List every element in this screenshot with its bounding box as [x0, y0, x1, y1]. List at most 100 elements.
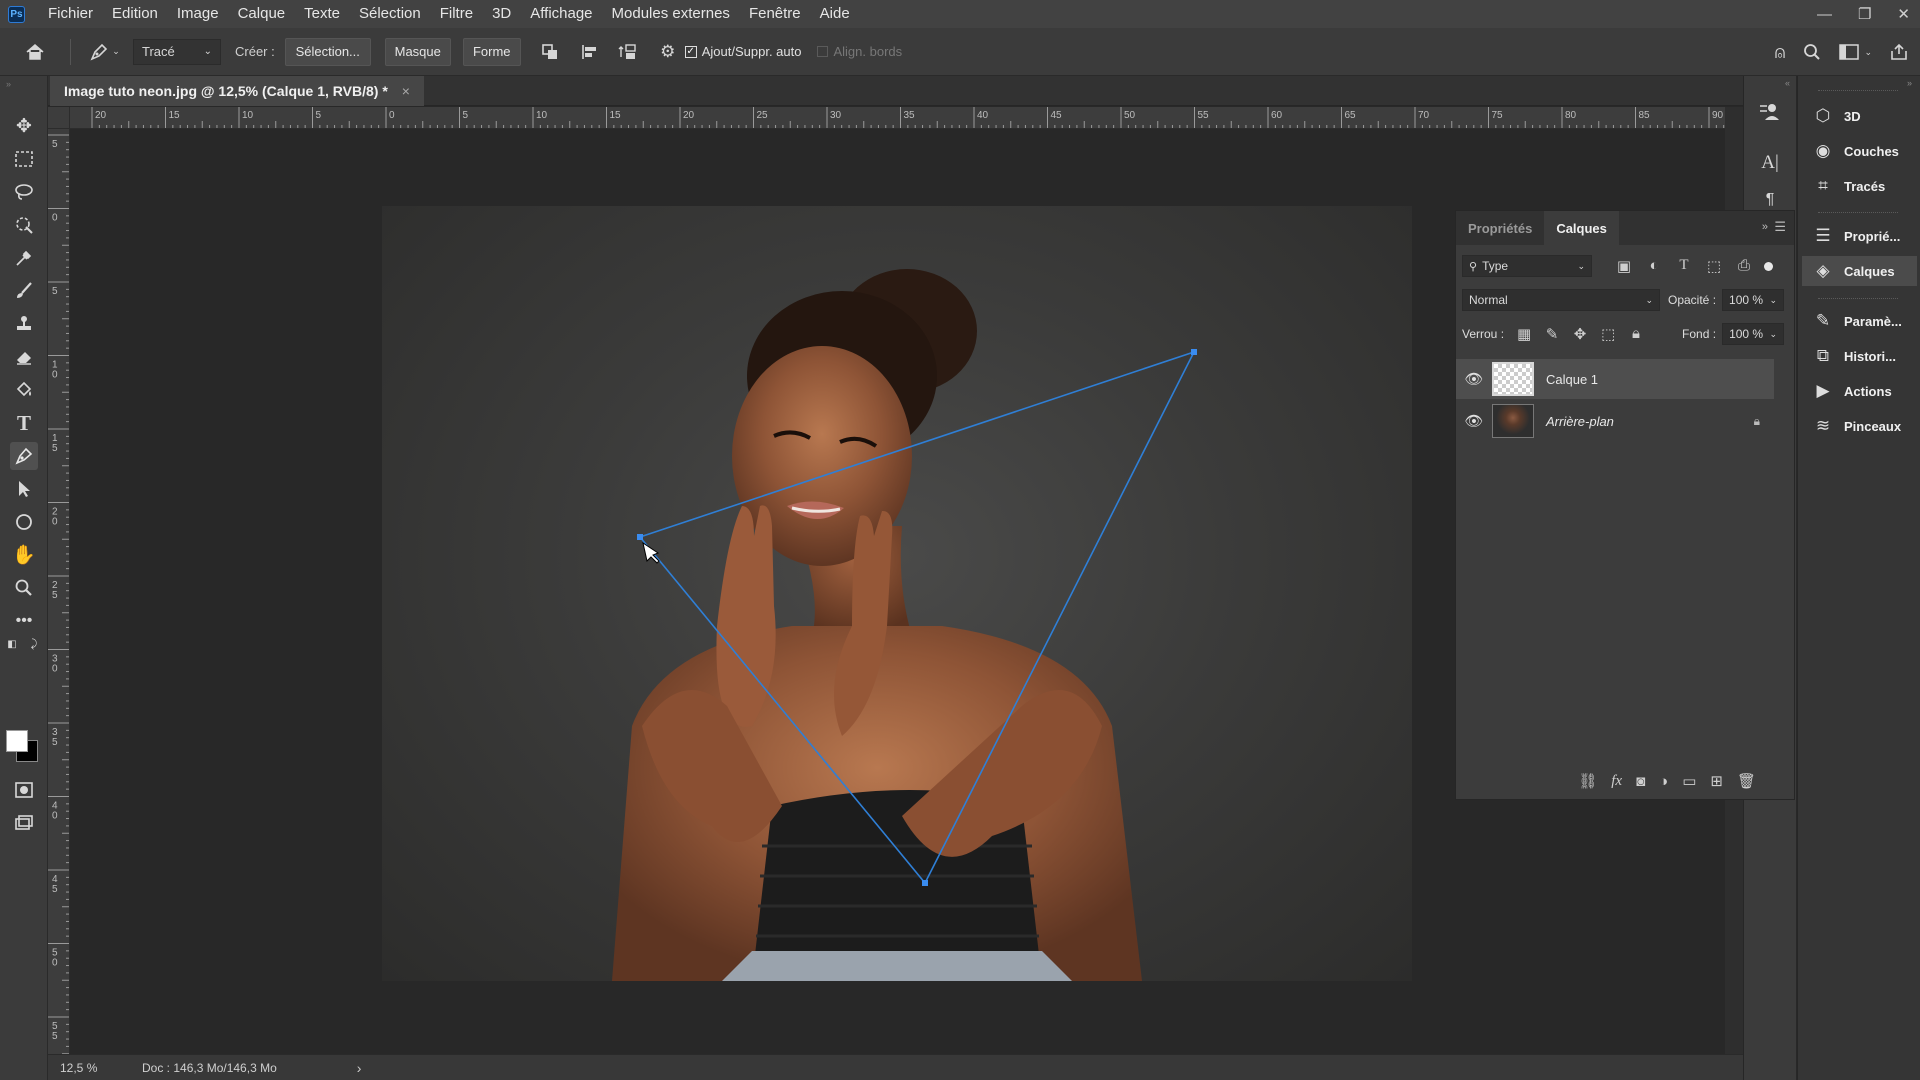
filter-toggle-icon[interactable] — [1764, 261, 1773, 271]
lock-artboard-icon[interactable]: ⬚ — [1596, 325, 1620, 343]
status-menu-arrow[interactable]: › — [357, 1060, 362, 1076]
create-mask-button[interactable]: Masque — [384, 37, 451, 66]
swap-colors-icon[interactable]: ⤸ — [26, 636, 42, 652]
align-edges-checkbox[interactable]: Align. bords — [817, 44, 902, 59]
visibility-eye-icon[interactable]: 👁︎ — [1456, 412, 1492, 430]
document-tab[interactable]: Image tuto neon.jpg @ 12,5% (Calque 1, R… — [50, 76, 424, 106]
eyedropper-tool-icon[interactable] — [10, 244, 38, 272]
learn-icon[interactable]: ⍝ — [1775, 36, 1786, 68]
dock-proprietes[interactable]: ☰ Proprié... — [1802, 221, 1917, 251]
filter-adjustment-icon[interactable]: ◐ — [1642, 257, 1666, 275]
quick-mask-icon[interactable] — [10, 776, 38, 804]
minimize-icon[interactable]: — — [1817, 6, 1832, 23]
layer-thumbnail[interactable] — [1492, 404, 1534, 438]
marquee-tool-icon[interactable] — [10, 145, 38, 173]
new-group-icon[interactable]: ▭ — [1682, 772, 1696, 790]
panel-collapse-icon[interactable]: « — [1785, 78, 1790, 88]
layer-row[interactable]: 👁︎ Arrière-plan 🔒︎ — [1456, 401, 1774, 441]
foreground-color-swatch[interactable] — [6, 730, 28, 752]
move-tool-icon[interactable]: ✥ — [10, 112, 38, 140]
menu-image[interactable]: Image — [168, 0, 229, 28]
tab-proprietes[interactable]: Propriétés — [1456, 211, 1544, 245]
path-operations-icon[interactable] — [537, 36, 563, 68]
zoom-level[interactable]: 12,5 % — [60, 1061, 120, 1075]
path-arrangement-icon[interactable] — [615, 36, 641, 68]
menu-3d[interactable]: 3D — [483, 0, 521, 28]
screen-mode-icon[interactable] — [10, 809, 38, 837]
search-icon[interactable] — [1803, 36, 1821, 68]
create-shape-button[interactable]: Forme — [462, 37, 521, 66]
dock-actions[interactable]: ▶ Actions — [1802, 376, 1917, 406]
toolbar-grip[interactable]: » — [6, 79, 11, 89]
adjustment-layer-icon[interactable]: ◑ — [1659, 773, 1668, 790]
photoshop-logo[interactable]: Ps — [8, 5, 25, 23]
fx-icon[interactable]: fx — [1611, 773, 1622, 790]
dock-3d[interactable]: ⬡ 3D — [1802, 101, 1917, 131]
ruler-origin[interactable] — [48, 107, 70, 129]
lock-transparency-icon[interactable]: ▦ — [1512, 325, 1536, 343]
zoom-tool-icon[interactable] — [10, 574, 38, 602]
layer-filter-select[interactable]: ⚲ Type ⌄ — [1462, 255, 1592, 277]
blend-mode-select[interactable]: Normal ⌄ — [1462, 289, 1660, 311]
paragraph-panel-icon[interactable]: ¶ — [1758, 188, 1782, 212]
restore-icon[interactable]: ❐ — [1858, 5, 1871, 23]
brush-tool-icon[interactable] — [10, 277, 38, 305]
layer-name[interactable]: Arrière-plan — [1546, 414, 1614, 429]
default-colors-icon[interactable]: ◧ — [4, 636, 20, 652]
eraser-tool-icon[interactable] — [10, 343, 38, 371]
dock-calques[interactable]: ◈ Calques — [1802, 256, 1917, 286]
menu-fenetre[interactable]: Fenêtre — [740, 0, 811, 28]
character-panel-icon[interactable]: A| — [1758, 151, 1782, 175]
dock-pinceaux[interactable]: ≋ Pinceaux — [1802, 411, 1917, 441]
pen-mode-select[interactable]: Tracé ⌄ — [133, 38, 221, 65]
close-window-icon[interactable]: ✕ — [1897, 5, 1910, 23]
tab-calques[interactable]: Calques — [1544, 211, 1619, 245]
dock-traces[interactable]: ⌗ Tracés — [1802, 171, 1917, 201]
layer-row[interactable]: 👁︎ Calque 1 — [1456, 359, 1774, 399]
home-icon[interactable] — [22, 36, 48, 68]
stamp-tool-icon[interactable] — [10, 310, 38, 338]
fill-input[interactable]: 100 % ⌄ — [1722, 323, 1785, 345]
panel-expand-icon[interactable]: » — [1762, 221, 1768, 233]
text-tool-icon[interactable]: T — [10, 409, 38, 437]
close-tab-icon[interactable]: × — [402, 83, 410, 99]
filter-smart-object-icon[interactable]: ⎙ — [1732, 257, 1756, 275]
menu-edition[interactable]: Edition — [103, 0, 168, 28]
menu-fichier[interactable]: Fichier — [39, 0, 103, 28]
menu-filtre[interactable]: Filtre — [431, 0, 483, 28]
lock-position-icon[interactable]: ✥ — [1568, 325, 1592, 343]
visibility-eye-icon[interactable]: 👁︎ — [1456, 370, 1492, 388]
horizontal-ruler[interactable]: 20 15 10 5 0 5 10 15 20 25 30 35 40 45 50 55 60 65 70 75 80 8… — [70, 107, 1725, 129]
learn-panel-icon[interactable] — [1758, 100, 1782, 124]
filter-type-icon[interactable]: T — [1672, 257, 1696, 275]
create-selection-button[interactable]: Sélection... — [284, 37, 371, 66]
trash-icon[interactable]: 🗑︎ — [1737, 772, 1756, 790]
dock-collapse-icon[interactable]: » — [1907, 78, 1912, 88]
link-layers-icon[interactable]: ⛓︎ — [1578, 772, 1597, 790]
workspace-icon[interactable]: ⌄ — [1839, 36, 1872, 68]
hand-tool-icon[interactable]: ✋ — [10, 541, 38, 569]
pen-tool-preset-icon[interactable]: ⌄ — [87, 36, 121, 68]
menu-selection[interactable]: Sélection — [350, 0, 431, 28]
menu-aide[interactable]: Aide — [811, 0, 860, 28]
paint-bucket-tool-icon[interactable] — [10, 376, 38, 404]
menu-modules-externes[interactable]: Modules externes — [603, 0, 740, 28]
auto-add-delete-checkbox[interactable]: ✓ Ajout/Suppr. auto — [684, 44, 801, 59]
path-alignment-icon[interactable] — [577, 36, 603, 68]
pen-tool-icon[interactable] — [10, 442, 38, 470]
opacity-input[interactable]: 100 % ⌄ — [1722, 289, 1785, 311]
layer-name[interactable]: Calque 1 — [1546, 372, 1598, 387]
path-selection-tool-icon[interactable] — [10, 475, 38, 503]
filter-shape-icon[interactable]: ⬚ — [1702, 257, 1726, 275]
filter-pixel-icon[interactable]: ▣ — [1612, 257, 1636, 275]
more-tools-icon[interactable]: ••• — [10, 607, 38, 635]
gear-icon[interactable]: ⚙ — [657, 36, 679, 68]
menu-affichage[interactable]: Affichage — [521, 0, 602, 28]
vertical-ruler[interactable]: 50510152025303540455055 — [48, 129, 70, 1054]
lock-all-icon[interactable]: 🔒︎ — [1624, 325, 1648, 343]
add-mask-icon[interactable]: ◙ — [1636, 773, 1645, 790]
panel-menu-icon[interactable]: ☰ — [1774, 219, 1786, 235]
dock-couches[interactable]: ◉ Couches — [1802, 136, 1917, 166]
lasso-tool-icon[interactable] — [10, 178, 38, 206]
layer-thumbnail[interactable] — [1492, 362, 1534, 396]
